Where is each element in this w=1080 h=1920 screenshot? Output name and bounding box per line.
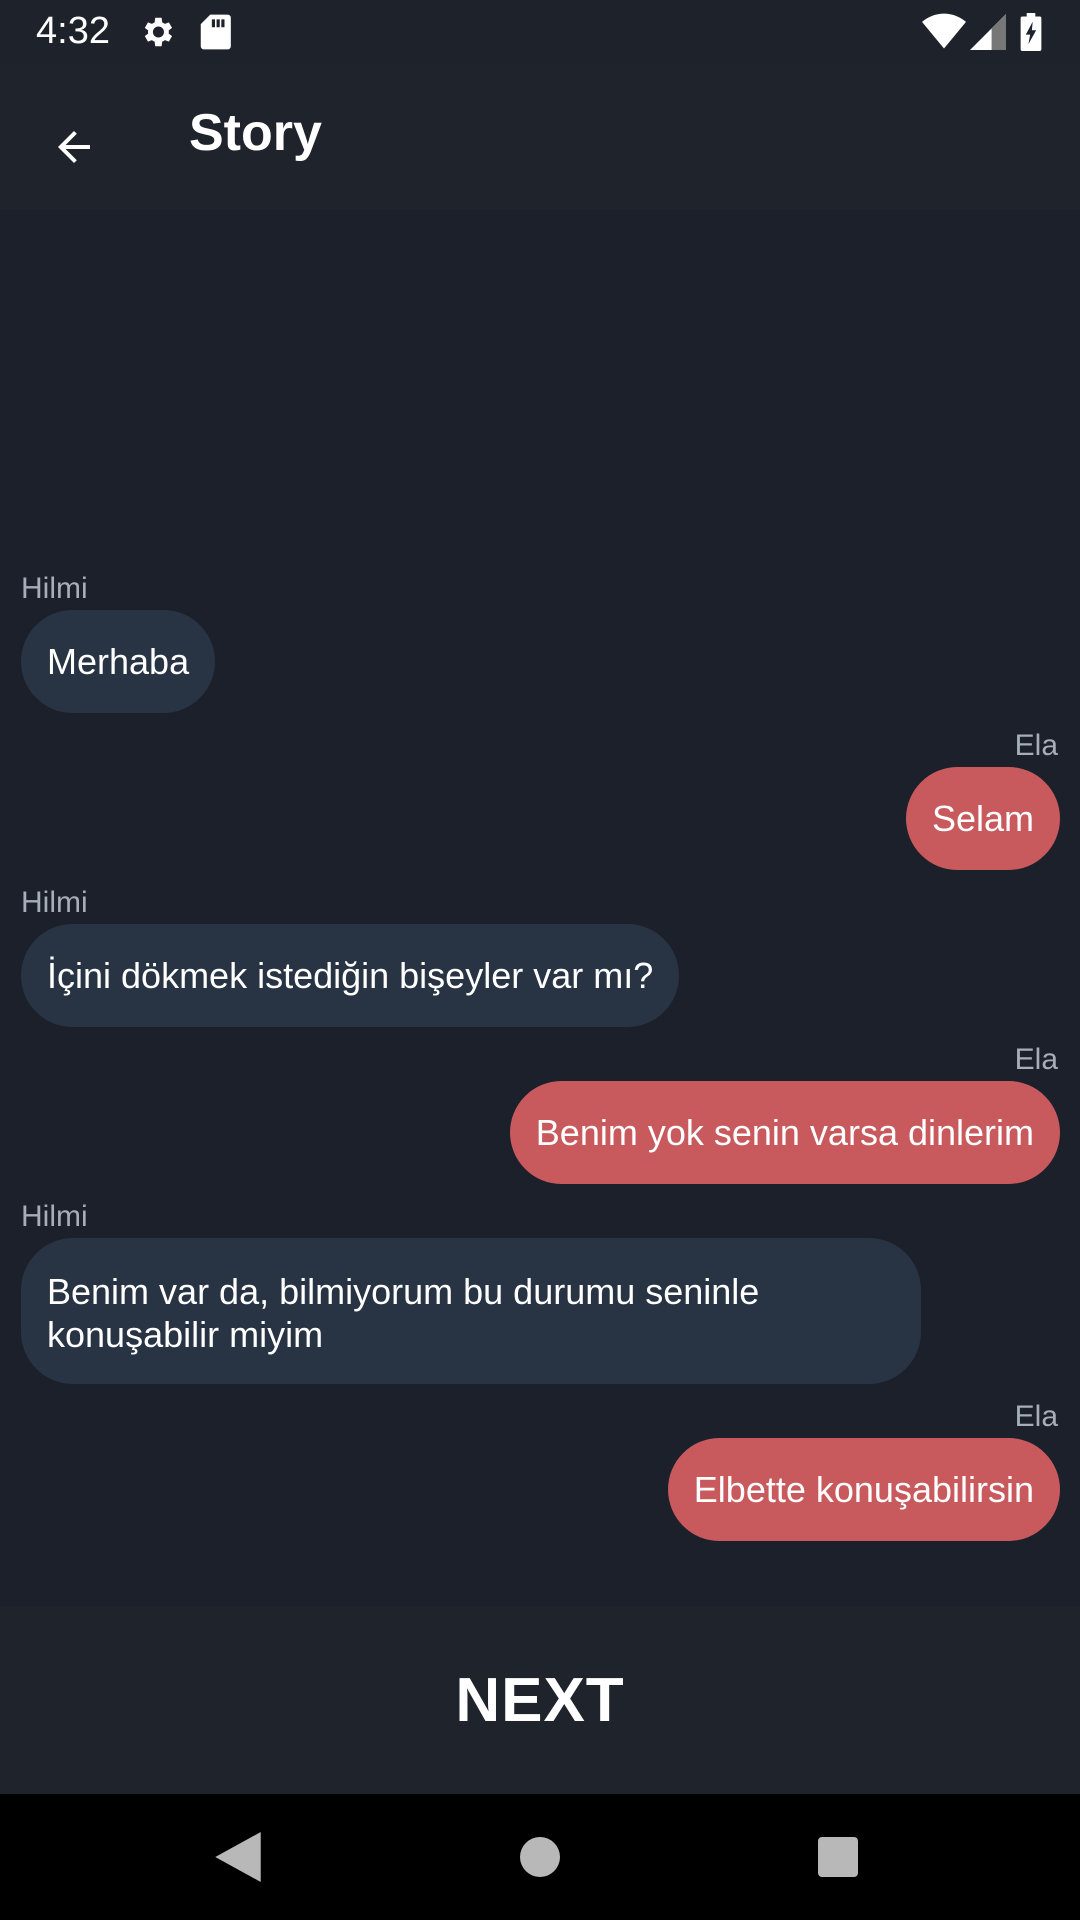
- message-sender: Ela: [1014, 729, 1058, 762]
- message-sender: Ela: [1014, 1400, 1058, 1433]
- nav-back-icon: [215, 1832, 261, 1882]
- message-sender: Hilmi: [21, 572, 88, 605]
- nav-recents-icon: [818, 1837, 858, 1877]
- message-item: Ela Selam: [0, 725, 1060, 870]
- arrow-back-icon: [58, 131, 90, 163]
- message-sender: Ela: [1014, 1043, 1058, 1076]
- message-bubble: Merhaba: [21, 610, 216, 713]
- signal-icon: [970, 13, 1006, 56]
- sd-card-icon: [198, 13, 232, 56]
- nav-back-button[interactable]: [205, 1824, 271, 1890]
- nav-home-icon: [520, 1837, 560, 1877]
- message-sender: Hilmi: [21, 886, 88, 919]
- battery-charging-icon: [1020, 13, 1042, 56]
- message-bubble: İçini dökmek istediğin bişeyler var mı?: [21, 924, 680, 1027]
- message-bubble: Elbette konuşabilirsin: [667, 1438, 1060, 1541]
- page-title: Story: [189, 104, 322, 162]
- next-button[interactable]: NEXT: [449, 1664, 630, 1737]
- message-item: Hilmi İçini dökmek istediğin bişeyler va…: [21, 882, 1080, 1027]
- message-item: Ela Benim yok senin varsa dinlerim: [0, 1039, 1060, 1184]
- screen: 4:32 Story Hilmi Merhaba Ela Selam Hilmi…: [0, 0, 1080, 1920]
- nav-bar: [0, 1794, 1080, 1920]
- app-bar: Story: [0, 63, 1080, 210]
- gear-icon: [138, 13, 176, 56]
- nav-recents-button[interactable]: [805, 1824, 871, 1890]
- message-bubble: Benim var da, bilmiyorum bu durumu senin…: [21, 1238, 921, 1384]
- status-bar: 4:32: [0, 0, 1080, 63]
- message-item: Ela Elbette konuşabilirsin: [0, 1396, 1060, 1541]
- nav-home-button[interactable]: [507, 1824, 573, 1890]
- chat-area: Hilmi Merhaba Ela Selam Hilmi İçini dökm…: [0, 210, 1080, 1606]
- message-bubble: Benim yok senin varsa dinlerim: [509, 1081, 1060, 1184]
- message-bubble: Selam: [905, 767, 1060, 870]
- message-sender: Hilmi: [21, 1200, 88, 1233]
- message-item: Hilmi Merhaba: [21, 568, 1080, 713]
- wifi-icon: [922, 13, 966, 56]
- back-button[interactable]: [30, 103, 118, 191]
- status-time: 4:32: [36, 10, 110, 52]
- message-item: Hilmi Benim var da, bilmiyorum bu durumu…: [21, 1196, 1080, 1384]
- next-button-area: NEXT: [0, 1606, 1080, 1794]
